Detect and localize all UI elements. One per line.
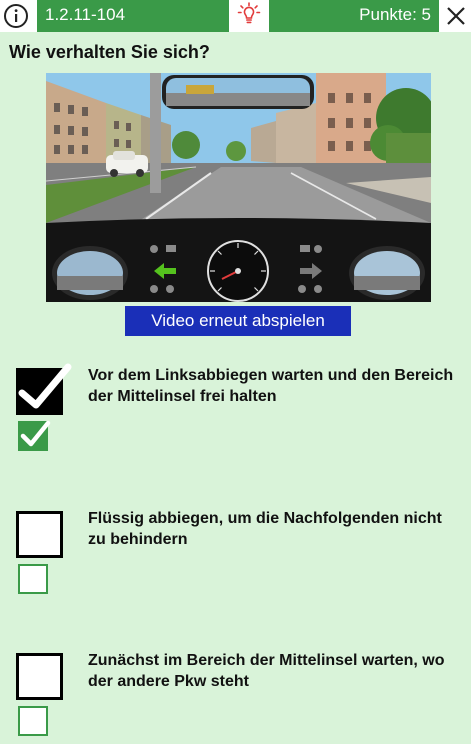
answer-1-line-1: Vor dem Linksabbiegen warten und den Ber… — [88, 367, 454, 384]
lightbulb-icon[interactable] — [229, 0, 269, 32]
answer-2-line-1: Flüssig abbiegen, um die Nachfolgenden n… — [88, 510, 442, 527]
answer-3-checkbox[interactable] — [16, 653, 63, 700]
answer-2-text[interactable]: Flüssig abbiegen, um die Nachfolgenden n… — [88, 508, 466, 550]
replay-video-button[interactable]: Video erneut abspielen — [125, 306, 351, 336]
answer-3-text[interactable]: Zunächst im Bereich der Mittelinsel wart… — [88, 650, 466, 692]
answer-2-solution-box — [18, 564, 48, 594]
close-icon[interactable] — [443, 3, 469, 29]
answer-1-checkbox[interactable] — [16, 363, 72, 415]
answer-3-solution-box — [18, 706, 48, 736]
question-id-bar: 1.2.11-104 — [37, 0, 229, 32]
answer-3-line-2: der andere Pkw steht — [88, 673, 249, 690]
top-bar: 1.2.11-104 Punkte: 5 — [0, 0, 471, 32]
question-text: Wie verhalten Sie sich? — [9, 42, 210, 62]
answer-3-line-1: Zunächst im Bereich der Mittelinsel wart… — [88, 652, 445, 669]
question-id: 1.2.11-104 — [45, 5, 126, 24]
video-frame[interactable] — [46, 73, 431, 302]
checkmark-icon — [18, 363, 72, 409]
answer-1-solution-box — [18, 420, 51, 451]
info-icon[interactable] — [3, 3, 29, 29]
answer-2-line-2: zu behindern — [88, 531, 188, 548]
answer-1-line-2: der Mittelinsel frei halten — [88, 388, 277, 405]
points-bar: Punkte: 5 — [269, 0, 439, 32]
answer-1-text[interactable]: Vor dem Linksabbiegen warten und den Ber… — [88, 365, 466, 407]
checkmark-icon — [20, 420, 51, 447]
answer-2-checkbox[interactable] — [16, 511, 63, 558]
points-label: Punkte: 5 — [359, 5, 431, 24]
